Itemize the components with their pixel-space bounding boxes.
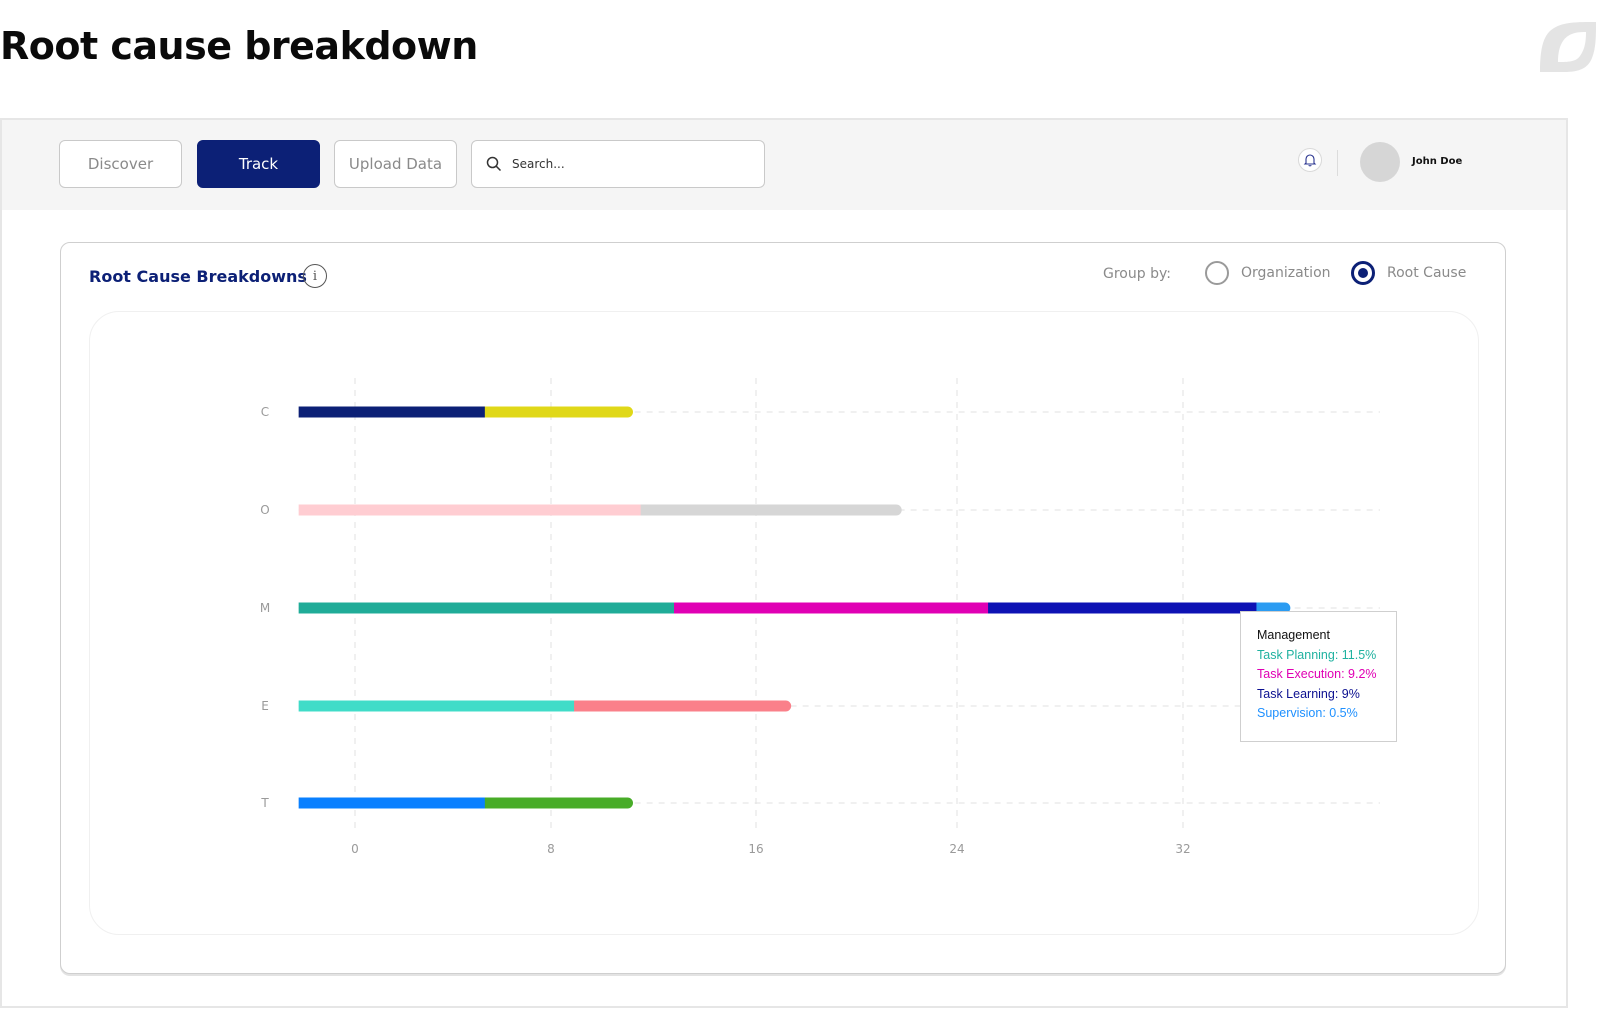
bar-segment: [640, 504, 902, 516]
bar-segment: [298, 406, 486, 418]
tooltip-title: Management: [1257, 628, 1330, 642]
y-category-label: T: [260, 796, 269, 810]
x-tick-label: 32: [1175, 842, 1190, 856]
bar-segment: [484, 406, 633, 418]
tooltip-line: Task Learning: 9%: [1257, 686, 1360, 701]
bar-segment: [988, 602, 1257, 614]
tooltip-line: Task Execution: 9.2%: [1257, 667, 1377, 682]
x-tick-label: 16: [748, 842, 763, 856]
tooltip-line: Supervision: 0.5%: [1257, 706, 1358, 721]
x-tick-label: 24: [949, 842, 964, 856]
x-tick-label: 0: [351, 842, 359, 856]
x-tick-label: 8: [547, 842, 555, 856]
stacked-bar-chart: 0 8 16 24 32 C O M E T: [260, 378, 1380, 856]
y-category-label: M: [260, 601, 270, 615]
y-category-label: C: [261, 405, 269, 419]
bar-segment: [674, 602, 989, 614]
bar-segment: [298, 797, 486, 809]
tooltip-line: Task Planning: 11.5%: [1257, 647, 1377, 662]
y-category-label: E: [261, 699, 269, 713]
bar-segment: [298, 700, 575, 712]
y-category-label: O: [260, 503, 269, 517]
bar-segment: [298, 504, 642, 516]
bar-segment: [484, 797, 633, 809]
chart-tooltip: Management Task Planning: 11.5% Task Exe…: [1240, 611, 1397, 742]
bar-segment: [298, 602, 675, 614]
bar-segment: [574, 700, 792, 712]
